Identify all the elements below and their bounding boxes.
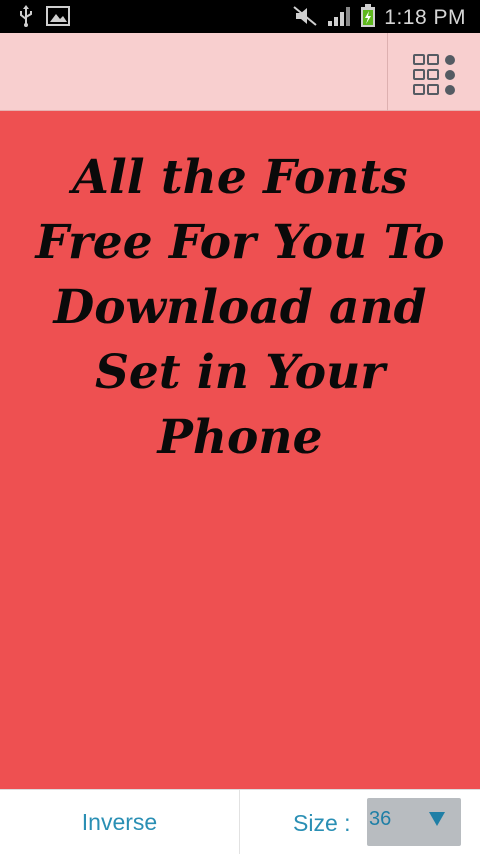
size-label: Size : [293,810,351,836]
status-bar: 1:18 PM [0,0,480,33]
battery-charging-icon [360,4,376,32]
grid-menu-icon [413,54,455,95]
dropdown-arrow-icon [429,812,445,826]
status-time: 1:18 PM [384,6,466,29]
usb-icon [18,5,34,31]
preview-text: All the Fonts Free For You To Download a… [35,150,445,465]
top-toolbar [0,33,480,111]
size-dropdown[interactable]: 36 [367,798,461,846]
menu-button[interactable] [387,33,480,111]
mute-icon [292,5,318,31]
signal-icon [326,5,352,31]
size-control: Size : 36 [241,790,480,854]
font-preview-area: All the Fonts Free For You To Download a… [0,111,480,789]
inverse-button[interactable]: Inverse [0,790,240,854]
size-value: 36 [369,808,392,830]
bottom-bar: Inverse Size : 36 [0,789,480,854]
gallery-icon [46,5,70,31]
